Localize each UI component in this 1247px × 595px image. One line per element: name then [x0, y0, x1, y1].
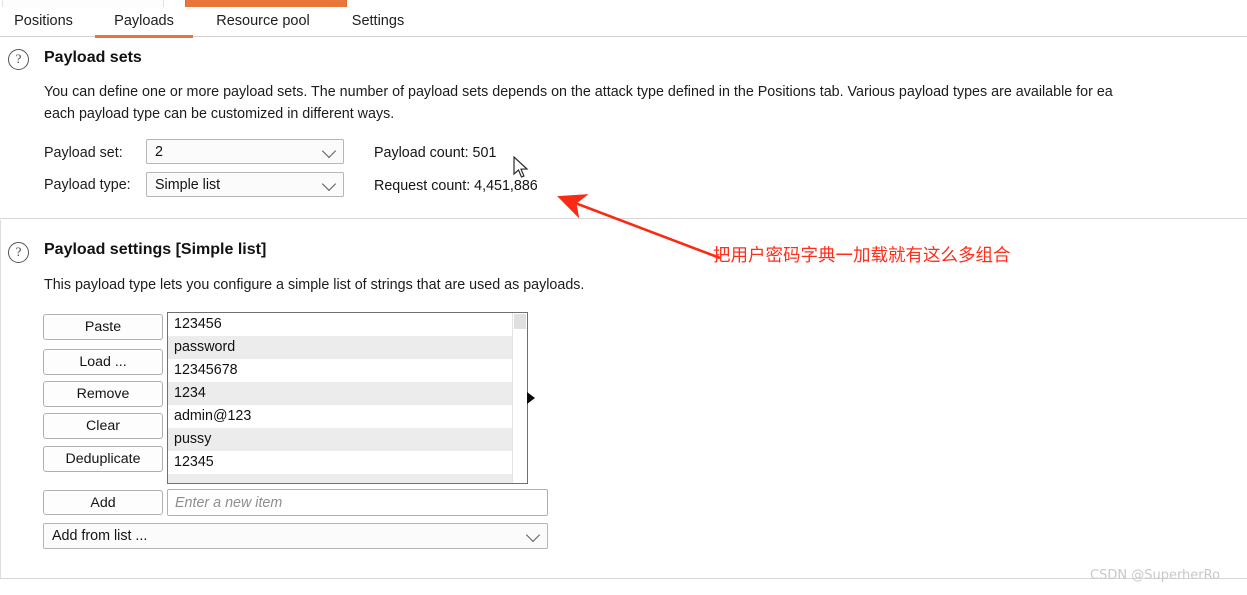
tab-payloads[interactable]: Payloads — [95, 7, 193, 38]
payload-set-select[interactable]: 2 — [146, 139, 344, 164]
window-tab-strip-partial — [0, 0, 1247, 7]
payload-list-scrollbar[interactable] — [512, 313, 527, 483]
payload-set-value: 2 — [155, 143, 163, 160]
watermark: CSDN @SuperherRo — [1090, 568, 1221, 583]
tab-settings[interactable]: Settings — [338, 7, 418, 35]
list-item[interactable]: 123456 — [168, 313, 527, 336]
expand-right-arrow-icon[interactable] — [527, 392, 535, 404]
section-divider-bottom — [0, 578, 1247, 579]
deduplicate-button[interactable]: Deduplicate — [43, 446, 163, 472]
chevron-down-icon — [321, 176, 337, 191]
panel-left-rule — [0, 220, 1, 578]
payload-sets-help-icon[interactable]: ? — [8, 49, 29, 70]
payload-set-label: Payload set: — [44, 145, 123, 161]
list-item-partial[interactable] — [168, 474, 527, 483]
new-item-placeholder: Enter a new item — [175, 494, 283, 511]
paste-button[interactable]: Paste — [43, 314, 163, 340]
payload-type-label: Payload type: — [44, 177, 131, 193]
payload-sets-title: Payload sets — [44, 49, 142, 66]
add-button[interactable]: Add — [43, 490, 163, 515]
payload-sets-description-line1: You can define one or more payload sets.… — [44, 84, 1113, 100]
remove-button[interactable]: Remove — [43, 381, 163, 407]
load-button[interactable]: Load ... — [43, 349, 163, 375]
add-from-list-select[interactable]: Add from list ... — [43, 523, 548, 549]
ghost-tab-inactive[interactable] — [2, 0, 164, 7]
payload-type-value: Simple list — [155, 176, 221, 193]
payload-count-text: Payload count: 501 — [374, 145, 497, 161]
clear-button[interactable]: Clear — [43, 413, 163, 439]
payload-sets-description-line2: each payload type can be customized in d… — [44, 106, 395, 122]
tab-positions[interactable]: Positions — [2, 7, 85, 35]
annotation-text: 把用户密码字典一加载就有这么多组合 — [713, 246, 1011, 266]
add-from-list-label: Add from list ... — [52, 528, 148, 544]
list-item[interactable]: 12345 — [168, 451, 527, 474]
scrollbar-thumb[interactable] — [514, 314, 526, 329]
list-item[interactable]: pussy — [168, 428, 527, 451]
tab-resource-pool[interactable]: Resource pool — [200, 7, 326, 35]
list-item[interactable]: 12345678 — [168, 359, 527, 382]
request-count-text: Request count: 4,451,886 — [374, 178, 538, 194]
list-item[interactable]: password — [168, 336, 527, 359]
payload-settings-title: Payload settings [Simple list] — [44, 241, 267, 258]
payload-settings-description: This payload type lets you configure a s… — [44, 277, 585, 293]
payload-type-select[interactable]: Simple list — [146, 172, 344, 197]
chevron-down-icon — [321, 143, 337, 158]
tabbar: Positions Payloads Resource pool Setting… — [0, 7, 1247, 38]
annotation-arrow-icon — [557, 194, 721, 260]
new-item-input[interactable]: Enter a new item — [167, 489, 548, 516]
ghost-tab-active[interactable] — [185, 0, 347, 7]
chevron-down-icon — [525, 527, 541, 543]
section-divider-top — [0, 218, 1247, 219]
mouse-cursor — [513, 156, 529, 178]
list-item[interactable]: admin@123 — [168, 405, 527, 428]
list-item[interactable]: 1234 — [168, 382, 527, 405]
payload-settings-help-icon[interactable]: ? — [8, 242, 29, 263]
payload-list[interactable]: 123456 password 12345678 1234 admin@123 … — [167, 312, 528, 484]
